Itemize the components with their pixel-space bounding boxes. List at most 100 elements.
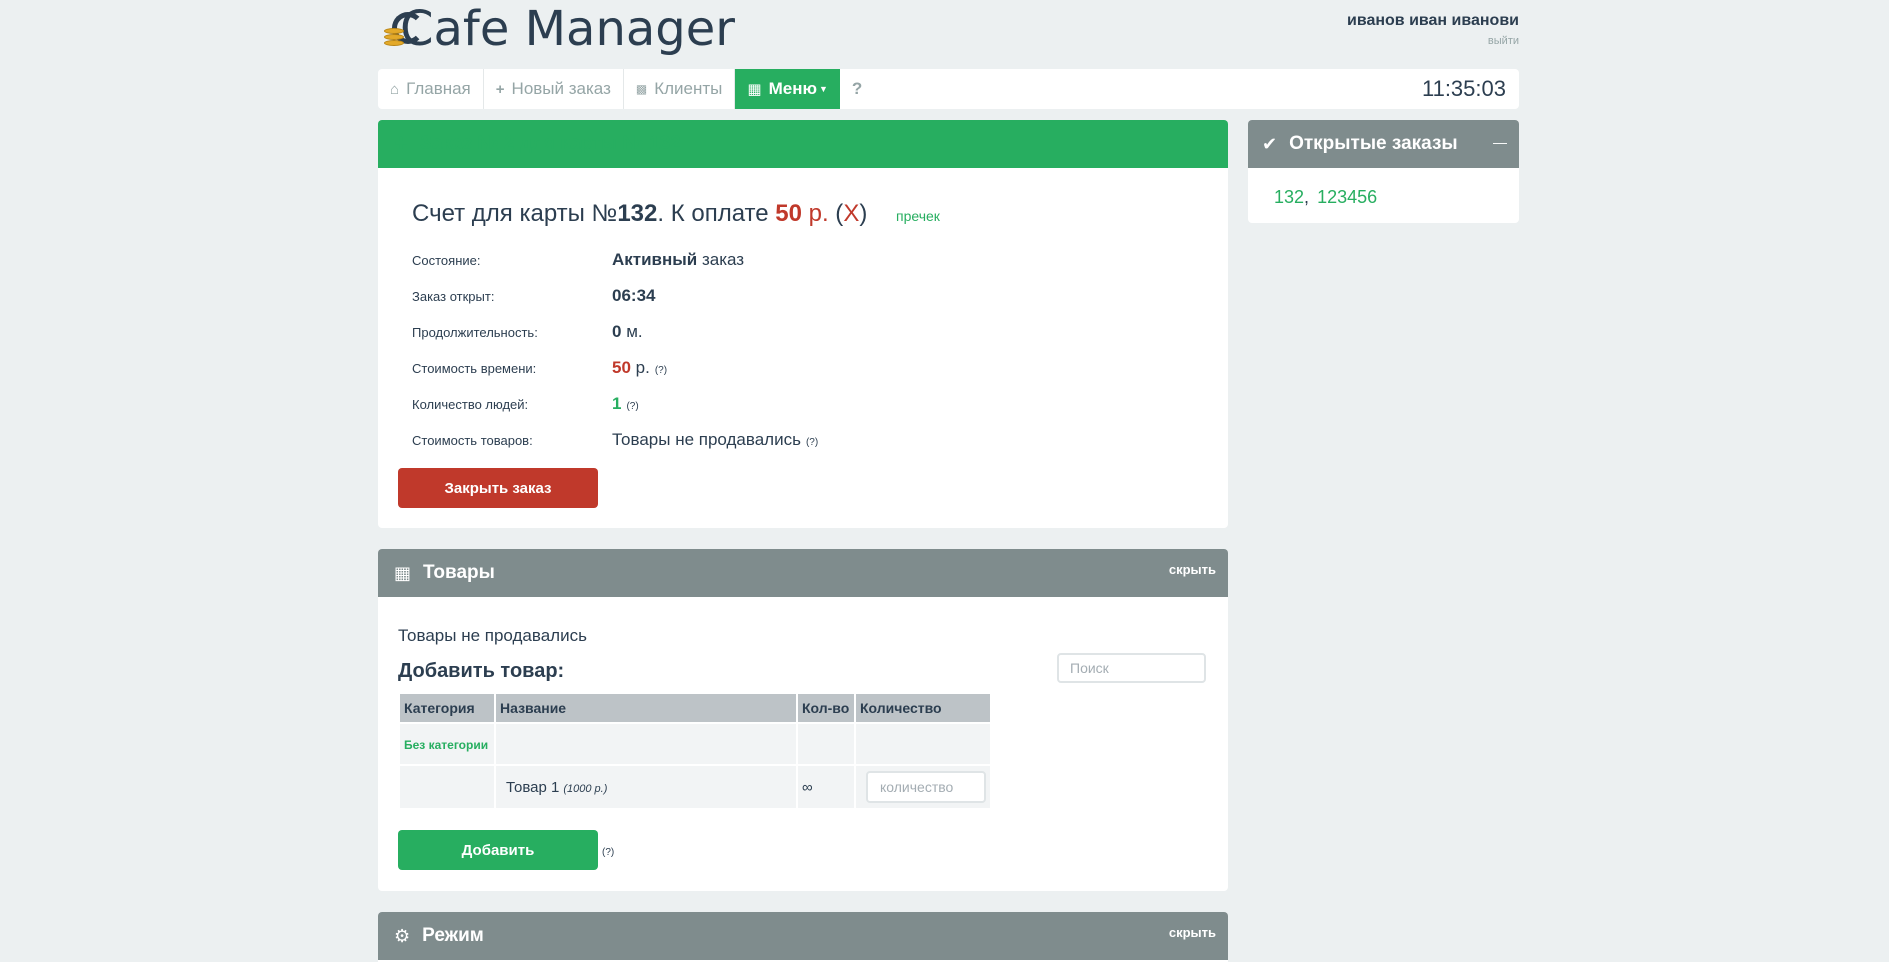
- state-value: Активный: [612, 250, 698, 269]
- caret-down-icon: ▼: [818, 84, 828, 94]
- nav-new-order-label: Новый заказ: [511, 79, 611, 98]
- user-info: иванов иван иванови выйти: [1347, 12, 1519, 47]
- open-orders-panel: ✔ Открытые заказы — 132, 123456: [1248, 120, 1519, 223]
- nav-help[interactable]: ?: [840, 69, 874, 109]
- gears-icon: ⚙: [394, 925, 411, 946]
- goods-table: Категория Название Кол-во Количество Без…: [398, 692, 992, 810]
- time-cost-value: 50: [612, 358, 631, 377]
- open-order-link[interactable]: 132: [1274, 187, 1304, 207]
- row-people: Количество людей: 1 (?): [412, 386, 1194, 422]
- logo-clock-coins-icon: [384, 6, 426, 52]
- logo-text: Cafe Manager: [400, 1, 736, 57]
- close-order-button[interactable]: Закрыть заказ: [398, 468, 598, 508]
- header: Cafe Manager иванов иван иванови выйти: [378, 0, 1519, 68]
- state-rest: заказ: [701, 250, 745, 269]
- nav-clients-label: Клиенты: [654, 79, 723, 98]
- nav-menu[interactable]: ▦ Меню ▼: [735, 69, 840, 109]
- row-goods-cost: Стоимость товаров: Товары не продавались…: [412, 422, 1194, 458]
- goods-search-input[interactable]: [1057, 653, 1206, 683]
- mode-panel: ⚙ Режим скрыть: [378, 912, 1228, 962]
- people-value[interactable]: 1: [612, 394, 621, 413]
- mode-title: Режим: [422, 925, 484, 946]
- plus-icon: +: [495, 80, 505, 98]
- plus-icon: +: [394, 130, 409, 157]
- home-icon: ⌂: [390, 80, 400, 98]
- goods-cost-help[interactable]: (?): [806, 437, 818, 448]
- order-panel-header: + Заказ № 2 для карты № 132: [378, 120, 1228, 168]
- goods-panel: ▦ Товары скрыть Товары не продавались До…: [378, 549, 1228, 891]
- bill-card-number: 132: [617, 200, 658, 227]
- row-opened: Заказ открыт: 06:34: [412, 278, 1194, 314]
- nav-help-label: ?: [851, 79, 863, 98]
- goods-hide-link[interactable]: скрыть: [1169, 562, 1216, 577]
- current-time: 11:35:03: [1421, 76, 1506, 101]
- page-container: Cafe Manager иванов иван иванови выйти ⌂…: [378, 0, 1519, 962]
- bill-amount: 50: [775, 200, 802, 227]
- users-icon: ▩: [635, 82, 648, 96]
- row-goods-cost-label: Стоимость товаров:: [412, 432, 533, 448]
- mode-hide-link[interactable]: скрыть: [1169, 925, 1216, 940]
- logout-link[interactable]: выйти: [1347, 35, 1519, 47]
- col-category: Категория: [400, 694, 494, 722]
- time-cost-unit: р.: [635, 358, 650, 377]
- quantity-input[interactable]: [866, 771, 986, 803]
- order-details: Состояние: Активный заказ Заказ открыт: …: [412, 242, 1194, 458]
- row-opened-label: Заказ открыт:: [412, 288, 495, 304]
- goods-none-text: Товары не продавались: [398, 626, 587, 645]
- item-stock: ∞: [802, 778, 813, 796]
- row-duration: Продолжительность: 0 м.: [412, 314, 1194, 350]
- nav-menu-label: Меню: [768, 79, 817, 98]
- table-header-row: Категория Название Кол-во Количество: [400, 694, 990, 722]
- row-time-cost: Стоимость времени: 50 р. (?): [412, 350, 1194, 386]
- table-row: Товар 1 (1000 р.) ∞: [400, 766, 990, 808]
- user-name: иванов иван иванови: [1346, 12, 1519, 29]
- duration-value: 0: [612, 322, 622, 341]
- bill-prefix: Счет для карты №: [412, 200, 618, 227]
- nav-home[interactable]: ⌂ Главная: [378, 69, 484, 109]
- open-orders-title: Открытые заказы: [1289, 133, 1458, 154]
- nav-new-order[interactable]: + Новый заказ: [484, 69, 624, 109]
- list-separator: ,: [1304, 187, 1310, 207]
- cancel-order-x[interactable]: X: [843, 200, 859, 227]
- mode-panel-header: ⚙ Режим скрыть: [378, 912, 1228, 960]
- col-stock: Кол-во: [798, 694, 854, 722]
- logo[interactable]: Cafe Manager: [384, 4, 735, 54]
- row-state: Состояние: Активный заказ: [412, 242, 1194, 278]
- minimize-icon[interactable]: —: [1493, 134, 1507, 150]
- nav-clients[interactable]: ▩ Клиенты: [624, 69, 736, 109]
- col-name: Название: [496, 694, 796, 722]
- add-goods-help[interactable]: (?): [602, 847, 614, 858]
- duration-unit: м.: [626, 322, 643, 341]
- table-row: Без категории: [400, 724, 990, 764]
- row-people-label: Количество людей:: [412, 396, 529, 412]
- opened-value: 06:34: [612, 286, 656, 305]
- bill-middle: . К оплате: [657, 200, 776, 227]
- open-orders-list: 132, 123456: [1248, 168, 1519, 223]
- grid-icon: ▦: [747, 81, 762, 98]
- check-icon: ✔: [1262, 133, 1278, 154]
- main-nav: ⌂ Главная + Новый заказ ▩ Клиенты ▦ Меню…: [378, 69, 1519, 109]
- open-order-link[interactable]: 123456: [1317, 187, 1377, 207]
- people-help[interactable]: (?): [626, 401, 638, 412]
- precheck-link[interactable]: пречек: [896, 208, 940, 224]
- add-goods-title: Добавить товар:: [398, 660, 565, 682]
- item-price: (1000 р.): [563, 782, 608, 795]
- time-cost-help[interactable]: (?): [655, 365, 667, 376]
- row-duration-label: Продолжительность:: [412, 324, 538, 340]
- goods-panel-header: ▦ Товары скрыть: [378, 549, 1228, 597]
- add-goods-button[interactable]: Добавить: [398, 830, 598, 870]
- grid-icon: ▦: [394, 562, 412, 583]
- col-quantity: Количество: [856, 694, 990, 722]
- category-link[interactable]: Без категории: [404, 738, 488, 752]
- goods-title: Товары: [423, 562, 495, 583]
- bill-line: Счет для карты №132. К оплате 50 р. (X) …: [412, 200, 940, 227]
- goods-cost-value: Товары не продавались: [612, 430, 801, 449]
- order-title: Заказ № 2 для карты № 132: [420, 133, 681, 154]
- nav-home-label: Главная: [406, 79, 471, 98]
- order-panel: + Заказ № 2 для карты № 132 Счет для кар…: [378, 120, 1228, 528]
- bill-currency: р.: [808, 200, 829, 227]
- row-state-label: Состояние:: [412, 252, 481, 268]
- item-name: Товар 1: [506, 778, 560, 796]
- open-orders-header: ✔ Открытые заказы —: [1248, 120, 1519, 168]
- row-time-cost-label: Стоимость времени:: [412, 360, 537, 376]
